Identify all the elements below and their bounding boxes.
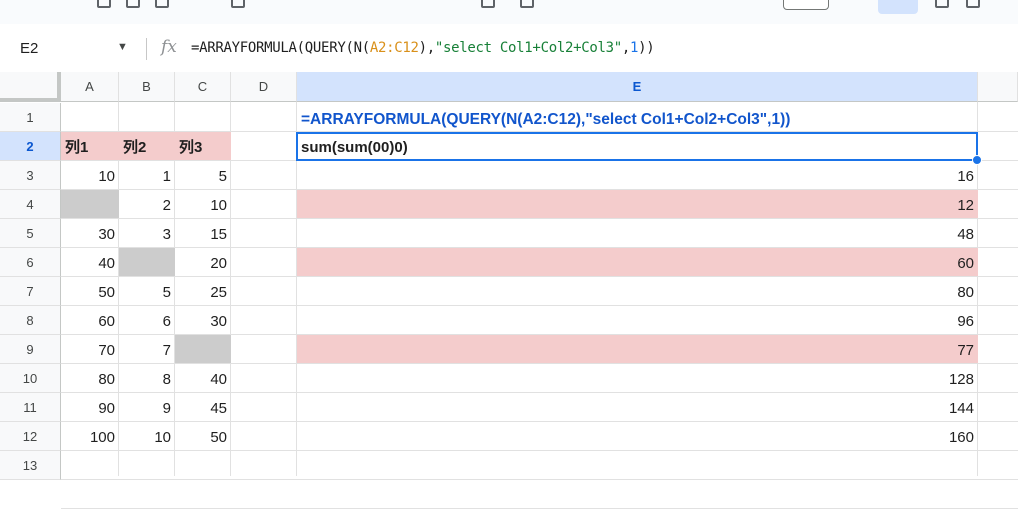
cell-e10[interactable]: 128 xyxy=(297,364,978,392)
row-header-4[interactable]: 4 xyxy=(0,190,61,219)
gridline xyxy=(61,479,1018,480)
formula-string-token: "select Col1+Col2+Col3" xyxy=(434,40,622,56)
formula-token: ), xyxy=(418,40,436,56)
row-header-12[interactable]: 12 xyxy=(0,422,61,451)
row-header-9[interactable]: 9 xyxy=(0,335,61,364)
gridline xyxy=(61,450,1018,451)
cell-c7[interactable]: 25 xyxy=(175,277,231,305)
cell-b11[interactable]: 9 xyxy=(119,393,175,421)
cell-a6[interactable]: 40 xyxy=(61,248,119,276)
cell-e11[interactable]: 144 xyxy=(297,393,978,421)
cell-a11[interactable]: 90 xyxy=(61,393,119,421)
cell-b5[interactable]: 3 xyxy=(119,219,175,247)
cell-a7[interactable]: 50 xyxy=(61,277,119,305)
cell-e4[interactable]: 12 xyxy=(297,190,978,218)
cell-e12[interactable]: 160 xyxy=(297,422,978,450)
cell-b12[interactable]: 10 xyxy=(119,422,175,450)
cell-b6[interactable] xyxy=(119,248,175,276)
row-header-10[interactable]: 10 xyxy=(0,364,61,393)
toolbar xyxy=(0,0,1018,24)
cell-a4[interactable] xyxy=(61,190,119,218)
column-header-e[interactable]: E xyxy=(297,72,978,102)
fill-handle[interactable] xyxy=(972,155,982,165)
cell-e7[interactable]: 80 xyxy=(297,277,978,305)
cell-a5[interactable]: 30 xyxy=(61,219,119,247)
formula-number-token: 1 xyxy=(630,40,639,56)
toolbar-icon[interactable] xyxy=(935,0,949,8)
cell-a10[interactable]: 80 xyxy=(61,364,119,392)
row-header-5[interactable]: 5 xyxy=(0,219,61,248)
toolbar-icon[interactable] xyxy=(231,0,245,8)
cell-b8[interactable]: 6 xyxy=(119,306,175,334)
cell-b9[interactable]: 7 xyxy=(119,335,175,363)
row-header-11[interactable]: 11 xyxy=(0,393,61,422)
column-header-d[interactable]: D xyxy=(231,72,297,102)
cell-b10[interactable]: 8 xyxy=(119,364,175,392)
formula-token: =ARRAYFORMULA(QUERY(N( xyxy=(191,40,370,56)
cell-c5[interactable]: 15 xyxy=(175,219,231,247)
row-header-8[interactable]: 8 xyxy=(0,306,61,335)
column-header-a[interactable]: A xyxy=(61,72,119,102)
redo-icon[interactable] xyxy=(520,0,534,8)
cell-c11[interactable]: 45 xyxy=(175,393,231,421)
cell-b3[interactable]: 1 xyxy=(119,161,175,189)
toolbar-icon[interactable] xyxy=(155,0,169,8)
toolbar-icon[interactable] xyxy=(126,0,140,8)
column-header-f[interactable] xyxy=(978,72,1018,102)
cell-b2[interactable]: 列2 xyxy=(119,132,175,160)
cell-c6[interactable]: 20 xyxy=(175,248,231,276)
row-header-2[interactable]: 2 xyxy=(0,132,61,161)
cell-a12[interactable]: 100 xyxy=(61,422,119,450)
name-box[interactable]: E2 xyxy=(20,40,38,57)
cell-e5[interactable]: 48 xyxy=(297,219,978,247)
cell-e3[interactable]: 16 xyxy=(297,161,978,189)
cell-c9[interactable] xyxy=(175,335,231,363)
undo-icon[interactable] xyxy=(481,0,495,8)
row-header-1[interactable]: 1 xyxy=(0,103,61,132)
cell-a2[interactable]: 列1 xyxy=(61,132,119,160)
cell-e9[interactable]: 77 xyxy=(297,335,978,363)
row-header-6[interactable]: 6 xyxy=(0,248,61,277)
formula-token: )) xyxy=(638,40,655,56)
formula-input[interactable]: =ARRAYFORMULA(QUERY(N(A2:C12),"select Co… xyxy=(191,40,655,56)
selected-cell-outline xyxy=(296,132,978,161)
column-header-b[interactable]: B xyxy=(119,72,175,102)
cell-b7[interactable]: 5 xyxy=(119,277,175,305)
formula-token: , xyxy=(621,40,630,56)
toolbar-dropdown[interactable] xyxy=(783,0,829,10)
cell-c12[interactable]: 50 xyxy=(175,422,231,450)
column-header-c[interactable]: C xyxy=(175,72,231,102)
cell-c2[interactable]: 列3 xyxy=(175,132,231,160)
cell-c8[interactable]: 30 xyxy=(175,306,231,334)
cell-a9[interactable]: 70 xyxy=(61,335,119,363)
cell-c4[interactable]: 10 xyxy=(175,190,231,218)
select-all-corner[interactable] xyxy=(0,72,61,102)
chevron-down-icon[interactable]: ▼ xyxy=(117,41,128,53)
fx-icon: fx xyxy=(161,37,177,57)
cell-c10[interactable]: 40 xyxy=(175,364,231,392)
cell-a3[interactable]: 10 xyxy=(61,161,119,189)
toolbar-icon[interactable] xyxy=(966,0,980,8)
cell-c3[interactable]: 5 xyxy=(175,161,231,189)
toolbar-active-button[interactable] xyxy=(878,0,918,14)
cell-a8[interactable]: 60 xyxy=(61,306,119,334)
cell-e8[interactable]: 96 xyxy=(297,306,978,334)
toolbar-icon[interactable] xyxy=(97,0,111,8)
formula-bar: E2 ▼ fx =ARRAYFORMULA(QUERY(N(A2:C12),"s… xyxy=(0,30,1018,68)
row-header-7[interactable]: 7 xyxy=(0,277,61,306)
cell-e6[interactable]: 60 xyxy=(297,248,978,276)
cell-b4[interactable]: 2 xyxy=(119,190,175,218)
cell-e1[interactable]: =ARRAYFORMULA(QUERY(N(A2:C12),"select Co… xyxy=(297,103,978,131)
formula-range-token: A2:C12 xyxy=(369,40,419,56)
row-header-3[interactable]: 3 xyxy=(0,161,61,190)
divider xyxy=(146,38,147,60)
